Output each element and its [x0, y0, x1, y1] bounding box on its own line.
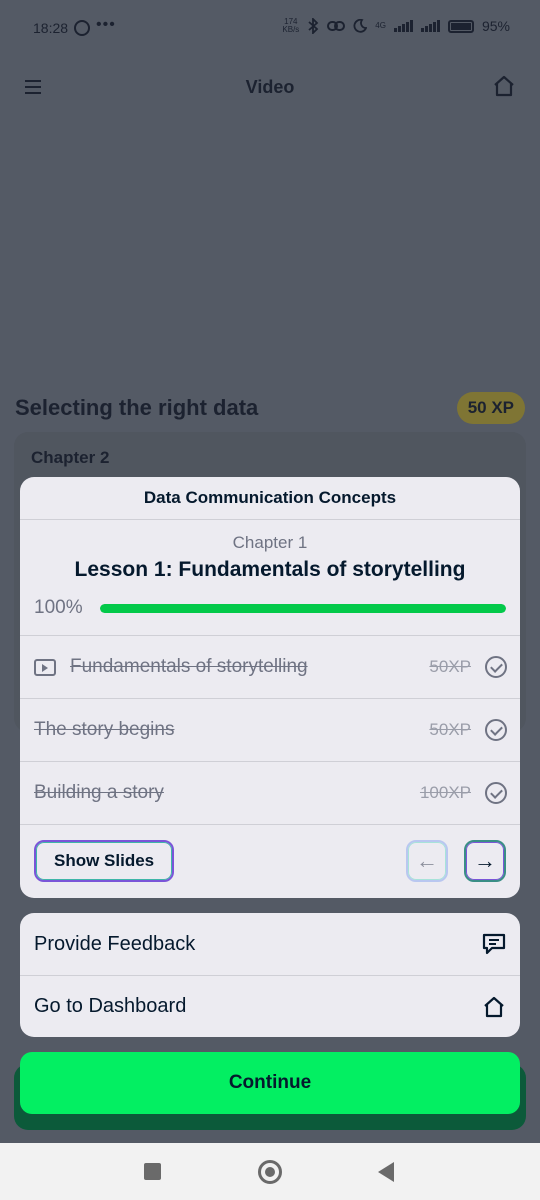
exercise-item[interactable]: Building a story 100XP — [20, 762, 520, 825]
lesson-heading: Lesson 1: Fundamentals of storytelling — [74, 558, 466, 581]
video-player[interactable] — [0, 118, 540, 380]
xp-badge: 50 XP — [456, 392, 525, 424]
back-nav-icon[interactable] — [378, 1162, 394, 1182]
action-menu: Provide Feedback Go to Dashboard — [20, 913, 520, 1037]
exercise-title: The story begins — [34, 719, 175, 740]
exercise-list: Fundamentals of storytelling 50XP The st… — [20, 635, 520, 825]
more-notifications-icon: ••• — [96, 16, 116, 33]
video-icon — [34, 658, 56, 676]
course-title: Data Communication Concepts — [20, 477, 520, 520]
lesson-progress: 100% — [20, 596, 520, 620]
chapter-card-label: Chapter 2 — [31, 448, 110, 467]
home-icon — [484, 996, 504, 1017]
recent-apps-icon[interactable] — [144, 1163, 161, 1180]
do-not-disturb-moon-icon — [353, 19, 368, 33]
network-type: 4G — [375, 21, 386, 30]
status-time: 18:28 — [33, 20, 69, 36]
exercise-xp: 50XP — [429, 657, 471, 676]
checkmark-circle-icon — [485, 719, 507, 741]
signal-strength-icon — [393, 20, 413, 32]
battery-percent: 95% — [481, 18, 510, 34]
show-slides-button[interactable]: Show Slides — [34, 840, 175, 882]
network-speed: 174 KB/s — [282, 18, 299, 34]
lesson-nav-buttons: ← → — [406, 840, 506, 882]
lesson-title: Selecting the right data — [15, 395, 259, 420]
provide-feedback-label: Provide Feedback — [34, 932, 196, 955]
go-to-dashboard-label: Go to Dashboard — [34, 995, 187, 1017]
exercise-item[interactable]: Fundamentals of storytelling 50XP — [20, 636, 520, 699]
chapter-label: Chapter 1 — [232, 533, 308, 552]
status-indicators: 174 KB/s 4G 95% — [282, 18, 510, 34]
exercise-item[interactable]: The story begins 50XP — [20, 699, 520, 762]
exercise-title: Fundamentals of storytelling — [70, 656, 308, 677]
progress-fill — [100, 603, 506, 613]
android-navigation-bar — [0, 1143, 540, 1200]
whatsapp-icon — [74, 20, 90, 36]
status-bar: 18:28 ••• 174 KB/s 4G 95% — [0, 0, 540, 58]
network-speed-unit: KB/s — [282, 25, 300, 34]
continue-button[interactable]: Continue — [20, 1052, 520, 1114]
exercise-xp: 100XP — [419, 783, 471, 802]
page-title: Video — [245, 77, 295, 97]
exercise-xp: 50XP — [429, 720, 471, 739]
checkmark-circle-icon — [485, 656, 507, 678]
go-to-dashboard-item[interactable]: Go to Dashboard — [20, 975, 520, 1037]
exercise-title: Building a story — [34, 782, 164, 803]
feedback-icon — [482, 933, 506, 955]
slides-row: Show Slides ← → — [20, 825, 520, 897]
app-header: Video — [0, 58, 540, 118]
previous-arrow-icon[interactable]: ← — [406, 840, 448, 882]
checkmark-circle-icon — [485, 782, 507, 804]
progress-percent: 100% — [34, 597, 83, 618]
course-progress-modal: Data Communication Concepts Chapter 1 Le… — [20, 477, 520, 898]
next-arrow-icon[interactable]: → — [464, 840, 506, 882]
home-nav-icon[interactable] — [258, 1160, 282, 1184]
bluetooth-icon — [308, 18, 319, 34]
progress-bar — [100, 603, 506, 613]
home-icon[interactable] — [492, 74, 516, 98]
provide-feedback-item[interactable]: Provide Feedback — [20, 913, 520, 975]
battery-icon — [447, 19, 474, 33]
signal-strength-2-icon — [420, 20, 440, 32]
link-icon — [327, 21, 346, 31]
